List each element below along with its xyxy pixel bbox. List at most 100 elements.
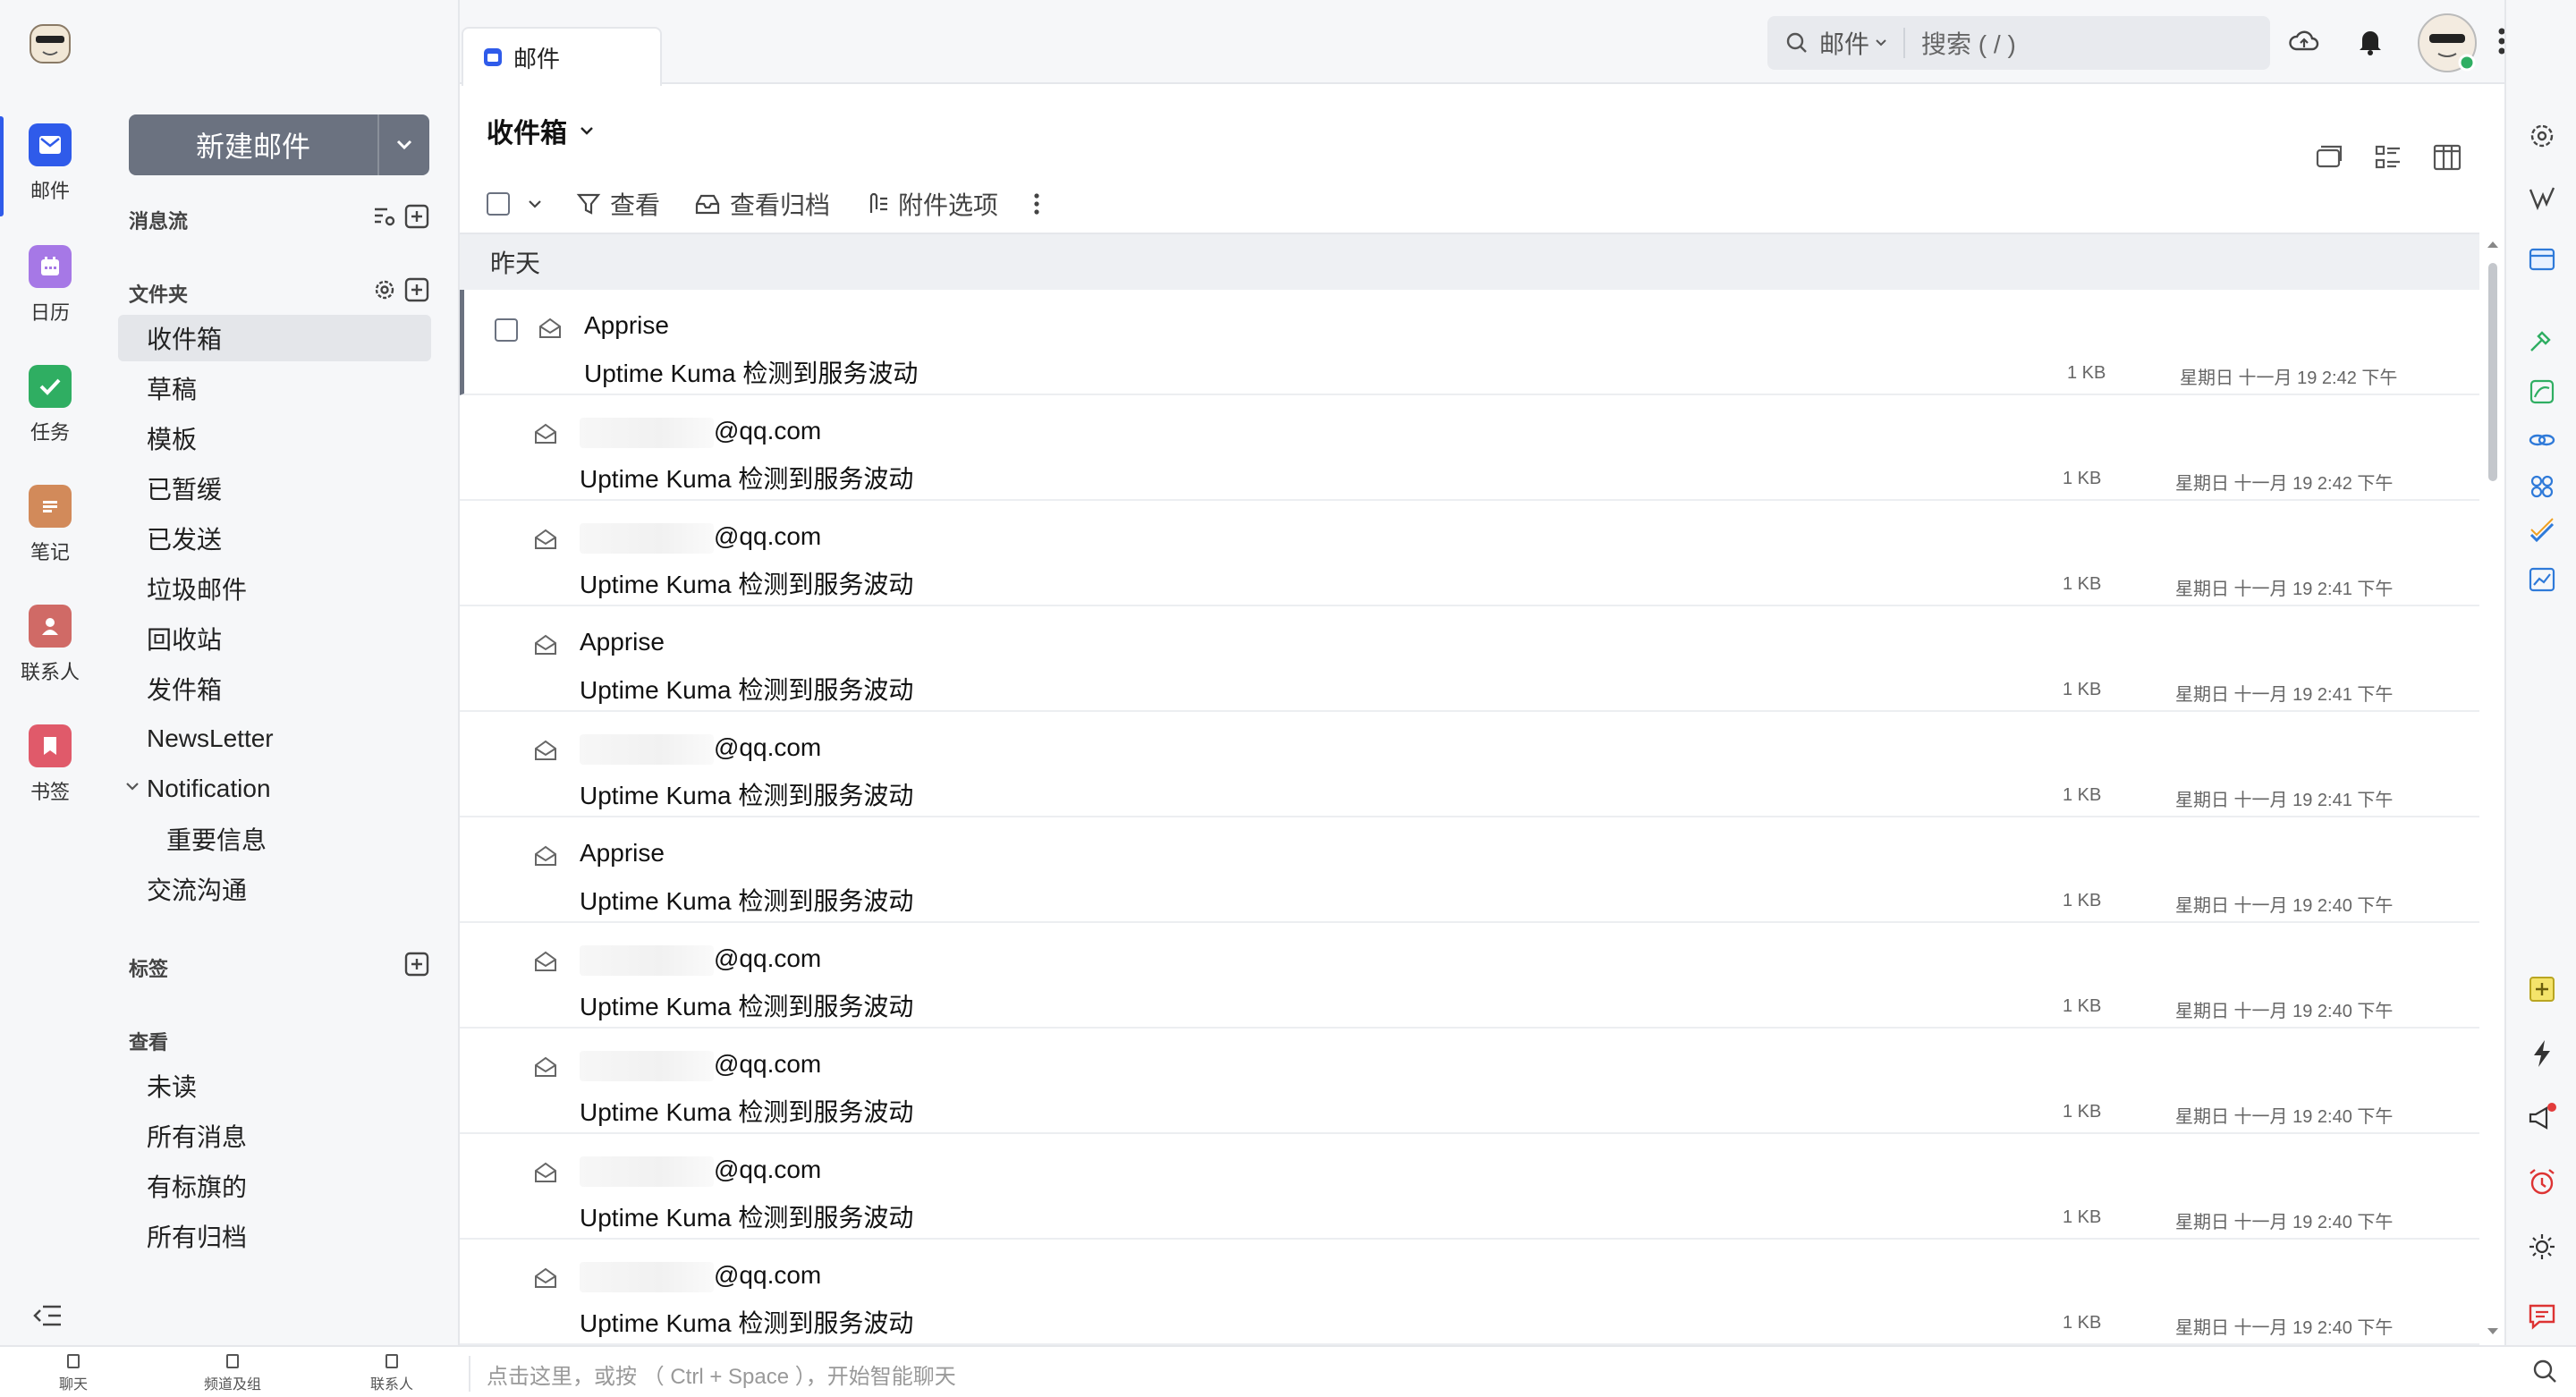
rail-item-bookmarks[interactable]: 书签 bbox=[0, 714, 100, 821]
row-checkbox[interactable] bbox=[495, 318, 518, 342]
view-flagged[interactable]: 有标旗的 bbox=[118, 1163, 431, 1209]
column-view-icon[interactable] bbox=[2431, 141, 2463, 174]
mail-subject: Uptime Kuma 检测到服务波动 bbox=[584, 360, 919, 387]
main-area: 邮件 邮件 搜索 ( / ) 收件箱 查看 查看归档 附件选项 昨天 Appri… bbox=[458, 0, 2525, 1345]
mail-row[interactable]: @qq.com Uptime Kuma 检测到服务波动 1 KB 星期日 十一月 19… bbox=[460, 501, 2479, 606]
link-integration-icon[interactable] bbox=[2526, 424, 2558, 456]
list-scrollbar[interactable] bbox=[2479, 233, 2506, 1345]
sticky-note-icon[interactable] bbox=[2526, 973, 2558, 1005]
cloud-sync-icon[interactable] bbox=[2284, 21, 2324, 61]
mail-sender-text: @qq.com bbox=[714, 733, 822, 761]
folder-inbox[interactable]: 收件箱 bbox=[118, 315, 431, 361]
select-all-checkbox[interactable] bbox=[487, 192, 510, 216]
mail-row[interactable]: @qq.com Uptime Kuma 检测到服务波动 1 KB 星期日 十一月 19… bbox=[460, 1029, 2479, 1134]
calendar-widget-icon[interactable] bbox=[2526, 243, 2558, 275]
bottom-tab-chat[interactable]: 聊天 bbox=[20, 1354, 127, 1393]
folder-spam[interactable]: 垃圾邮件 bbox=[118, 565, 431, 612]
signature-icon[interactable] bbox=[2526, 182, 2558, 215]
workflow-integration-icon[interactable] bbox=[2526, 470, 2558, 503]
select-options-dropdown[interactable] bbox=[528, 199, 542, 208]
mail-row[interactable]: @qq.com Uptime Kuma 检测到服务波动 1 KB 星期日 十一月 19… bbox=[460, 1134, 2479, 1240]
mail-size: 1 KB bbox=[2063, 1207, 2102, 1227]
bottom-tab-contacts[interactable]: 联系人 bbox=[338, 1354, 445, 1393]
view-filter-button[interactable]: 查看 bbox=[576, 186, 660, 222]
mail-icon bbox=[484, 48, 502, 66]
mail-list: 昨天 Apprise Uptime Kuma 检测到服务波动 1 KB 星期日 十一月… bbox=[460, 233, 2479, 1345]
chevron-down-icon bbox=[1876, 39, 1886, 47]
folder-trash[interactable]: 回收站 bbox=[118, 615, 431, 662]
filter-settings-icon[interactable] bbox=[372, 204, 397, 229]
add-stream-icon[interactable] bbox=[404, 204, 429, 229]
search-scope-select[interactable]: 邮件 bbox=[1809, 28, 1906, 58]
view-all-archived[interactable]: 所有归档 bbox=[118, 1213, 431, 1259]
user-avatar[interactable] bbox=[2417, 13, 2478, 73]
tags-section-title: 标签 bbox=[129, 958, 169, 980]
mail-row[interactable]: Apprise Uptime Kuma 检测到服务波动 1 KB 星期日 十一月 19… bbox=[460, 817, 2479, 923]
envelope-open-icon bbox=[535, 1267, 556, 1288]
notification-bell-icon[interactable] bbox=[2351, 21, 2390, 61]
view-archive-button[interactable]: 查看归档 bbox=[694, 186, 830, 222]
bottom-tab-channels[interactable]: 频道及组 bbox=[179, 1354, 286, 1393]
lightning-icon[interactable] bbox=[2526, 1037, 2558, 1070]
contact-icon bbox=[29, 605, 72, 648]
pin-integration-icon[interactable] bbox=[2526, 324, 2558, 356]
folder-settings-icon[interactable] bbox=[372, 277, 397, 302]
compose-dropdown-button[interactable] bbox=[377, 114, 429, 175]
chevron-down-icon[interactable] bbox=[125, 782, 140, 792]
settings-icon[interactable] bbox=[2526, 120, 2558, 152]
app-logo[interactable] bbox=[25, 18, 75, 68]
folder-newsletter[interactable]: NewsLetter bbox=[118, 715, 431, 762]
scroll-down-icon[interactable] bbox=[2487, 1327, 2499, 1336]
mailbox-title[interactable]: 收件箱 bbox=[487, 111, 594, 150]
folder-outbox[interactable]: 发件箱 bbox=[118, 665, 431, 712]
tab-mail[interactable]: 邮件 bbox=[462, 27, 662, 86]
more-options-icon[interactable] bbox=[1032, 191, 1041, 216]
rail-item-tasks[interactable]: 任务 bbox=[0, 354, 100, 461]
add-tag-icon[interactable] bbox=[404, 952, 429, 977]
scroll-up-icon[interactable] bbox=[2487, 240, 2499, 249]
smart-chat-input[interactable]: 点击这里，或按 （ Ctrl + Space ），开始智能聊天 bbox=[469, 1356, 2258, 1392]
add-folder-icon[interactable] bbox=[404, 277, 429, 302]
todo-integration-icon[interactable] bbox=[2526, 517, 2558, 549]
announcement-icon[interactable] bbox=[2526, 1102, 2558, 1134]
rail-item-contacts[interactable]: 联系人 bbox=[0, 594, 100, 701]
chat-search-icon[interactable] bbox=[2531, 1358, 2558, 1384]
scrollbar-thumb[interactable] bbox=[2488, 263, 2497, 481]
folder-notification[interactable]: Notification bbox=[118, 766, 431, 812]
mail-row[interactable]: @qq.com Uptime Kuma 检测到服务波动 1 KB 星期日 十一月 19… bbox=[460, 923, 2479, 1029]
folder-snoozed[interactable]: 已暂缓 bbox=[118, 465, 431, 512]
chevron-down-icon bbox=[580, 127, 593, 135]
mail-row[interactable]: @qq.com Uptime Kuma 检测到服务波动 1 KB 星期日 十一月 19… bbox=[460, 712, 2479, 817]
theme-toggle-icon[interactable] bbox=[2526, 1231, 2558, 1263]
calendar-icon bbox=[29, 245, 72, 288]
mail-date: 星期日 十一月 19 2:41 下午 bbox=[2175, 685, 2394, 705]
view-unread[interactable]: 未读 bbox=[118, 1063, 431, 1109]
mail-date: 星期日 十一月 19 2:42 下午 bbox=[2180, 368, 2398, 388]
rail-item-notes[interactable]: 笔记 bbox=[0, 474, 100, 581]
conversation-view-icon[interactable] bbox=[2313, 141, 2345, 174]
alarm-clock-icon[interactable] bbox=[2526, 1166, 2558, 1198]
compose-button[interactable]: 新建邮件 bbox=[129, 114, 377, 175]
folder-templates[interactable]: 模板 bbox=[118, 415, 431, 461]
search-input[interactable]: 搜索 ( / ) bbox=[1905, 25, 2016, 61]
mail-row[interactable]: @qq.com Uptime Kuma 检测到服务波动 1 KB 星期日 十一月 19… bbox=[460, 395, 2479, 501]
feedback-icon[interactable] bbox=[2526, 1300, 2558, 1333]
folder-communication[interactable]: 交流沟通 bbox=[118, 866, 431, 912]
rail-item-calendar[interactable]: 日历 bbox=[0, 234, 100, 342]
collapse-sidebar-icon[interactable] bbox=[32, 1304, 64, 1331]
folder-sent[interactable]: 已发送 bbox=[118, 515, 431, 562]
view-all-messages[interactable]: 所有消息 bbox=[118, 1113, 431, 1159]
folder-drafts[interactable]: 草稿 bbox=[118, 365, 431, 411]
search-bar[interactable]: 邮件 搜索 ( / ) bbox=[1767, 16, 2270, 70]
sign-integration-icon[interactable] bbox=[2526, 376, 2558, 408]
rail-item-mail[interactable]: 邮件 bbox=[0, 113, 100, 220]
mail-row[interactable]: @qq.com Uptime Kuma 检测到服务波动 1 KB 星期日 十一月 19… bbox=[460, 1240, 2479, 1345]
mail-sender: @qq.com bbox=[580, 1261, 821, 1292]
attachment-options-button[interactable]: 附件选项 bbox=[864, 186, 998, 222]
list-view-icon[interactable] bbox=[2372, 141, 2404, 174]
mail-sender: Apprise bbox=[584, 311, 669, 340]
mail-row[interactable]: Apprise Uptime Kuma 检测到服务波动 1 KB 星期日 十一月 19… bbox=[460, 290, 2479, 395]
folder-important[interactable]: 重要信息 bbox=[118, 816, 431, 862]
analytics-integration-icon[interactable] bbox=[2526, 563, 2558, 596]
mail-row[interactable]: Apprise Uptime Kuma 检测到服务波动 1 KB 星期日 十一月 19… bbox=[460, 606, 2479, 712]
